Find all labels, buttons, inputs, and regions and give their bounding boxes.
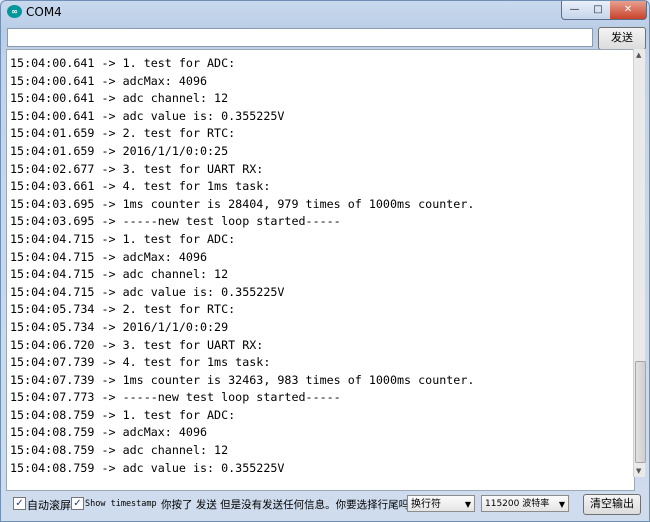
log-line: 15:04:03.695 -> 1ms counter is 28404, 97… [10, 196, 475, 211]
log-line: 15:04:07.773 -> -----new test loop start… [10, 390, 341, 405]
log-line: 15:04:08.759 -> adc channel: 12 [10, 443, 229, 458]
footer-bar: ✓ 自动滚屏 ✓ Show timestamp 你按了 发送 但是没有发送任何信… [1, 492, 649, 520]
log-line: 15:04:04.715 -> 1. test for ADC: [10, 231, 236, 246]
serial-output-lines: 15:04:00.641 -> 1. test for ADC: 15:04:00… [10, 55, 474, 477]
chevron-down-icon: ▼ [464, 500, 471, 509]
log-line: 15:04:07.739 -> 4. test for 1ms task: [10, 355, 271, 370]
log-line: 15:04:02.677 -> 3. test for UART RX: [10, 161, 264, 176]
window-title: COM4 [26, 5, 62, 19]
log-line: 15:04:05.734 -> 2. test for RTC: [10, 302, 236, 317]
log-line: 15:04:01.659 -> 2016/1/1/0:0:25 [10, 143, 229, 158]
log-line: 15:04:08.759 -> 1. test for ADC: [10, 407, 236, 422]
log-line: 15:04:05.734 -> 2016/1/1/0:0:29 [10, 319, 229, 334]
maximize-button[interactable]: □ [586, 1, 611, 20]
send-row: 发送 [7, 27, 646, 50]
log-line: 15:04:07.739 -> 1ms counter is 32463, 98… [10, 372, 475, 387]
autoscroll-checkbox[interactable]: ✓ [13, 497, 26, 510]
vertical-scrollbar[interactable]: ▲ ▼ [633, 49, 646, 477]
autoscroll-label: 自动滚屏 [27, 499, 71, 512]
log-line: 15:04:00.641 -> adc channel: 12 [10, 91, 229, 106]
line-ending-hint: 你按了 发送 但是没有发送任何信息。你要选择行尾吗? [161, 499, 415, 511]
log-line: 15:04:03.661 -> 4. test for 1ms task: [10, 179, 271, 194]
send-button[interactable]: 发送 [598, 27, 646, 50]
log-line: 15:04:04.715 -> adcMax: 4096 [10, 249, 208, 264]
line-ending-value: 换行符 [411, 499, 441, 510]
log-line: 15:04:06.720 -> 3. test for UART RX: [10, 337, 264, 352]
title-bar: ∞ COM4 — □ ✕ [1, 1, 649, 23]
send-input[interactable] [7, 28, 593, 47]
timestamp-checkbox[interactable]: ✓ [71, 497, 84, 510]
clear-output-button[interactable]: 清空输出 [583, 494, 641, 515]
log-line: 15:04:00.641 -> adc value is: 0.355225V [10, 108, 285, 123]
log-line: 15:04:00.641 -> adcMax: 4096 [10, 73, 208, 88]
serial-monitor-window: ∞ COM4 — □ ✕ 发送 15:04:00.641 -> 1. test … [0, 0, 650, 522]
log-line: 15:04:03.695 -> -----new test loop start… [10, 214, 341, 229]
log-line: 15:04:04.715 -> adc channel: 12 [10, 267, 229, 282]
log-line: 15:04:01.659 -> 2. test for RTC: [10, 126, 236, 141]
chevron-down-icon: ▼ [558, 500, 565, 509]
timestamp-label: Show timestamp [85, 499, 157, 509]
arduino-icon: ∞ [7, 5, 22, 18]
log-line: 15:04:00.641 -> 1. test for ADC: [10, 56, 236, 70]
serial-output[interactable]: 15:04:00.641 -> 1. test for ADC: 15:04:00… [6, 49, 635, 491]
scroll-thumb[interactable] [635, 361, 646, 463]
minimize-button[interactable]: — [561, 1, 588, 20]
log-line: 15:04:08.759 -> adc value is: 0.355225V [10, 460, 285, 475]
log-line: 15:04:04.715 -> adc value is: 0.355225V [10, 284, 285, 299]
baud-rate-select[interactable]: 115200 波特率 ▼ [481, 495, 569, 512]
baud-rate-value: 115200 波特率 [485, 499, 550, 509]
line-ending-select[interactable]: 换行符 ▼ [407, 495, 475, 512]
scroll-up-icon[interactable]: ▲ [636, 51, 641, 59]
close-button[interactable]: ✕ [610, 1, 647, 20]
scroll-down-icon[interactable]: ▼ [636, 467, 641, 475]
log-line: 15:04:08.759 -> adcMax: 4096 [10, 425, 208, 440]
